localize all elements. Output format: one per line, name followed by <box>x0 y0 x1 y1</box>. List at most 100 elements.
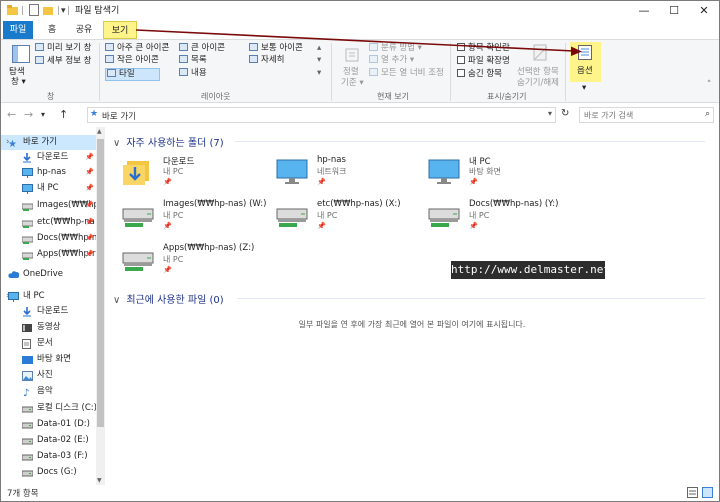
checkbox-icon[interactable] <box>457 56 465 64</box>
recent-files-header[interactable]: ∨ 최근에 사용한 파일 (0) <box>113 291 224 306</box>
nav-item[interactable]: etc(₩₩hp-na 📌 <box>1 215 96 230</box>
nav-item[interactable]: Apps(₩₩hp-r 📌 <box>1 247 96 262</box>
layout-scroll-up[interactable]: ▴ <box>317 43 321 54</box>
layout-large-icons[interactable]: 큰 아이콘 <box>179 43 225 54</box>
folder-tile[interactable]: 다운로드 내 PC 📌 <box>111 153 261 195</box>
group-by-button[interactable]: 분류 방법 ▾ <box>369 43 422 54</box>
nav-item[interactable]: 내 PC 📌 <box>1 181 96 196</box>
checkbox-icon[interactable] <box>457 43 465 51</box>
layout-content[interactable]: 내용 <box>179 68 207 79</box>
folder-tile[interactable]: hp-nas 네트워크 📌 <box>265 153 415 195</box>
details-view-icon[interactable] <box>687 487 698 501</box>
layout-scroll-down[interactable]: ▾ <box>317 55 321 66</box>
scroll-up-icon[interactable]: ▲ <box>97 128 102 135</box>
minimize-button[interactable]: — <box>629 1 659 21</box>
nav-item-label: 음악 <box>37 386 53 396</box>
folder-tile[interactable]: Docs(₩₩hp-nas) (Y:) 내 PC 📌 <box>417 197 567 239</box>
layout-medium-icons[interactable]: 보통 아이콘 <box>249 43 303 54</box>
details-pane-button[interactable]: 세부 정보 창 <box>35 56 92 67</box>
frequent-folders-header[interactable]: ∨ 자주 사용하는 폴더 (7) <box>113 134 224 149</box>
search-box[interactable]: ⌕ <box>579 107 714 123</box>
download-folder-icon <box>121 157 155 187</box>
sort-label-2[interactable]: 기준 ▾ <box>341 78 364 89</box>
file-extensions-toggle[interactable]: 파일 확장명 <box>457 56 510 67</box>
nav-item[interactable]: Data-03 (F:) <box>1 449 96 464</box>
collapse-ribbon-icon[interactable]: ˄ <box>707 80 711 91</box>
hidden-items-label: 숨긴 항목 <box>468 69 502 79</box>
hide-selected-label-2[interactable]: 숨기기/해제 <box>517 78 559 89</box>
nav-item[interactable]: hp-nas 📌 <box>1 165 96 180</box>
nav-item[interactable]: Docs (G:) <box>1 465 96 480</box>
address-box[interactable]: ★ 바로 가기 ▾ <box>87 107 556 123</box>
nav-item[interactable]: 문서 <box>1 336 96 351</box>
nav-item[interactable]: › ★ 바로 가기 <box>1 135 96 150</box>
nav-item[interactable]: 다운로드 📌 <box>1 150 96 165</box>
fit-columns-button[interactable]: 모든 열 너비 조정 <box>369 68 444 79</box>
layout-medium-label: 보통 아이콘 <box>261 43 303 53</box>
nav-item[interactable]: 바탕 화면 <box>1 352 96 367</box>
scroll-thumb[interactable] <box>97 139 104 427</box>
nav-item[interactable]: Data-02 (E:) <box>1 433 96 448</box>
large-icons-view-icon[interactable] <box>702 487 713 501</box>
add-column-button[interactable]: 열 추가 ▾ <box>369 55 414 66</box>
checkbox-icon[interactable] <box>457 69 465 77</box>
scroll-down-icon[interactable]: ▼ <box>97 477 102 484</box>
layout-expand[interactable]: ▾ <box>317 68 321 79</box>
pin-icon: 📌 <box>163 266 172 274</box>
sort-label[interactable]: 정렬 <box>343 67 359 78</box>
group-by-icon <box>369 43 378 51</box>
folder-tile[interactable]: Images(₩₩hp-nas) (W:) 내 PC 📌 <box>111 197 266 239</box>
hide-selected-label[interactable]: 선택한 항목 <box>517 67 559 78</box>
options-caret[interactable]: ▾ <box>582 83 586 94</box>
options-label: 옵션 <box>577 66 593 76</box>
nav-item[interactable]: 로컬 디스크 (C:) <box>1 401 96 416</box>
download-icon <box>22 153 32 163</box>
nav-scrollbar[interactable]: ▲ ▼ <box>96 127 105 485</box>
back-button[interactable]: ← <box>7 108 16 121</box>
folder-location: 바탕 화면 <box>469 167 501 176</box>
search-input[interactable] <box>580 108 698 122</box>
item-checkboxes-toggle[interactable]: 항목 확인란 <box>457 43 510 54</box>
folder-tile[interactable]: Apps(₩₩hp-nas) (Z:) 내 PC 📌 <box>111 241 261 283</box>
customize-quick-access-icon[interactable]: ▾ <box>61 4 66 18</box>
layout-extra-large-icons[interactable]: 아주 큰 아이콘 <box>105 43 169 54</box>
layout-details[interactable]: 자세히 <box>249 55 284 66</box>
monitor-icon <box>22 168 33 178</box>
recent-locations-button[interactable]: ▾ <box>41 110 45 119</box>
refresh-button[interactable]: ↻ <box>561 108 569 119</box>
folder-tile[interactable]: 내 PC 바탕 화면 📌 <box>417 153 567 195</box>
nav-item[interactable]: Docs(₩₩hp-n 📌 <box>1 231 96 246</box>
options-icon <box>578 45 592 63</box>
properties-icon[interactable] <box>29 4 39 18</box>
maximize-button[interactable]: ☐ <box>659 1 689 21</box>
nav-item[interactable]: ♪ 음악 <box>1 384 96 399</box>
nav-item[interactable]: Data-01 (D:) <box>1 417 96 432</box>
nav-item[interactable]: Images(₩₩hp 📌 <box>1 198 96 213</box>
options-button[interactable]: 옵션 <box>570 42 601 82</box>
tab-file[interactable]: 파일 <box>3 21 33 39</box>
forward-button[interactable]: → <box>24 108 33 121</box>
preview-pane-button[interactable]: 미리 보기 창 <box>35 43 92 54</box>
nav-item-label: 다운로드 <box>37 306 69 316</box>
nav-item[interactable]: 동영상 <box>1 320 96 335</box>
close-button[interactable]: ✕ <box>689 1 719 21</box>
nav-item[interactable]: › 내 PC <box>1 289 96 304</box>
address-dropdown-icon[interactable]: ▾ <box>548 109 552 118</box>
group-by-label: 분류 방법 ▾ <box>381 43 422 53</box>
network-drive-icon <box>121 245 155 275</box>
layout-list[interactable]: 목록 <box>179 55 207 66</box>
tab-home[interactable]: 홈 <box>41 21 63 39</box>
breadcrumb[interactable]: 바로 가기 <box>102 110 136 122</box>
tab-view[interactable]: 보기 <box>103 21 137 39</box>
new-folder-icon[interactable] <box>43 4 54 18</box>
folder-tile[interactable]: etc(₩₩hp-nas) (X:) 내 PC 📌 <box>265 197 415 239</box>
layout-tiles[interactable]: 타일 <box>105 68 160 81</box>
layout-small-icons[interactable]: 작은 아이콘 <box>105 55 159 66</box>
nav-item[interactable]: 다운로드 <box>1 304 96 319</box>
up-button[interactable]: ↑ <box>59 108 68 121</box>
nav-item[interactable]: 사진 <box>1 368 96 383</box>
nav-item[interactable]: OneDrive <box>1 267 96 282</box>
nav-item-label: 바탕 화면 <box>37 354 71 364</box>
tab-share[interactable]: 공유 <box>71 21 97 39</box>
hidden-items-toggle[interactable]: 숨긴 항목 <box>457 69 502 80</box>
